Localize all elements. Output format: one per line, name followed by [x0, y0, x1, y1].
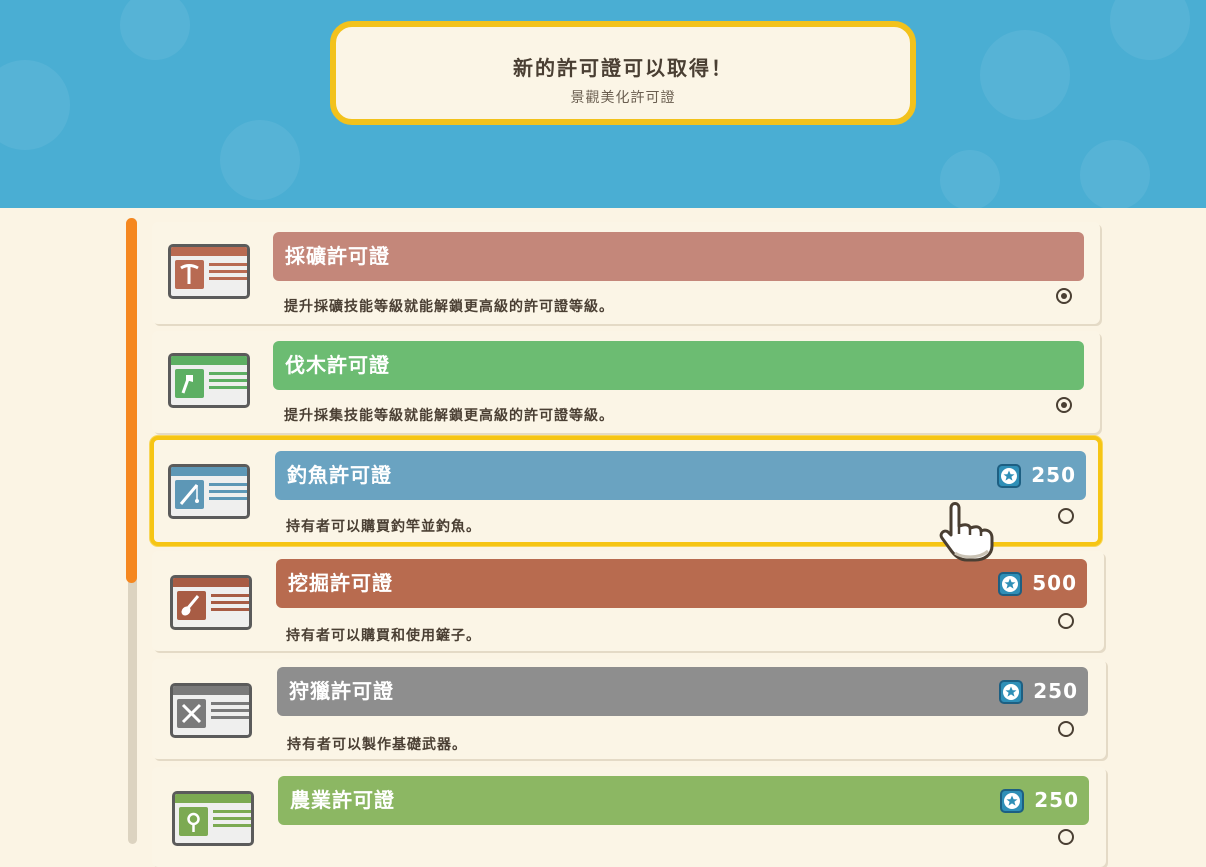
- license-price: 250: [997, 451, 1076, 500]
- pointing-hand-cursor-icon: [937, 498, 999, 562]
- background-pattern: [0, 60, 70, 150]
- license-card-woodcutting[interactable]: 伐木許可證 提升採集技能等級就能解鎖更高級的許可證等級。: [152, 331, 1100, 433]
- license-icon: [172, 791, 254, 846]
- background-pattern: [980, 30, 1070, 120]
- license-name-bar: 挖掘許可證 500: [276, 559, 1087, 608]
- license-name-bar: 採礦許可證: [273, 232, 1084, 281]
- license-radio[interactable]: [1058, 721, 1074, 737]
- license-name: 釣魚許可證: [287, 463, 392, 487]
- license-radio[interactable]: [1058, 829, 1074, 845]
- new-license-banner: 新的許可證可以取得！ 景觀美化許可證: [330, 21, 916, 125]
- license-price-value: 250: [1033, 679, 1078, 703]
- license-name-bar: 伐木許可證: [273, 341, 1084, 390]
- license-radio[interactable]: [1058, 508, 1074, 524]
- license-icon: [168, 244, 250, 299]
- nook-miles-icon: [1000, 788, 1025, 813]
- license-card-farming[interactable]: 農業許可證 250: [152, 767, 1106, 867]
- pickaxe-icon: [175, 260, 204, 289]
- license-card-hunting[interactable]: 狩獵許可證 250 持有者可以製作基礎武器。: [152, 659, 1106, 759]
- background-pattern: [940, 150, 1000, 208]
- license-description: 提升採礦技能等級就能解鎖更高級的許可證等級。: [284, 299, 614, 315]
- background-pattern: [1110, 0, 1190, 60]
- banner-title: 新的許可證可以取得！: [513, 56, 733, 80]
- license-name: 農業許可證: [290, 788, 395, 812]
- nook-miles-icon: [999, 679, 1024, 704]
- license-radio-selected[interactable]: [1056, 288, 1072, 304]
- license-name: 狩獵許可證: [289, 679, 394, 703]
- background-pattern: [120, 0, 190, 60]
- license-description: 持有者可以購買和使用鏟子。: [286, 628, 481, 644]
- license-price-value: 500: [1032, 571, 1077, 595]
- banner-subtitle: 景觀美化許可證: [570, 90, 676, 106]
- scrollbar-thumb[interactable]: [126, 218, 137, 583]
- license-icon: [168, 353, 250, 408]
- license-price: 250: [1000, 776, 1079, 825]
- license-description: 持有者可以製作基礎武器。: [287, 737, 467, 753]
- license-radio[interactable]: [1058, 613, 1074, 629]
- license-card-digging[interactable]: 挖掘許可證 500 持有者可以購買和使用鏟子。: [152, 551, 1104, 651]
- background-pattern: [1080, 140, 1150, 208]
- license-name-bar: 農業許可證 250: [278, 776, 1089, 825]
- shovel-icon: [177, 591, 206, 620]
- license-price: 250: [999, 667, 1078, 716]
- axe-icon: [175, 369, 204, 398]
- crossed-weapons-icon: [177, 699, 206, 728]
- license-price: 500: [998, 559, 1077, 608]
- license-name: 伐木許可證: [285, 353, 390, 377]
- license-icon: [168, 464, 250, 519]
- background-pattern: [220, 120, 300, 200]
- license-name: 採礦許可證: [285, 244, 390, 268]
- license-card-mining[interactable]: 採礦許可證 提升採礦技能等級就能解鎖更高級的許可證等級。: [152, 222, 1100, 324]
- nook-miles-icon: [997, 463, 1022, 488]
- nook-miles-icon: [998, 571, 1023, 596]
- license-name-bar: 狩獵許可證 250: [277, 667, 1088, 716]
- license-icon: [170, 575, 252, 630]
- license-description: 持有者可以購買釣竿並釣魚。: [286, 519, 481, 535]
- sprout-icon: [179, 807, 208, 836]
- license-name: 挖掘許可證: [288, 571, 393, 595]
- license-radio-selected[interactable]: [1056, 397, 1072, 413]
- license-price-value: 250: [1031, 463, 1076, 487]
- fishing-rod-icon: [175, 480, 204, 509]
- license-description: 提升採集技能等級就能解鎖更高級的許可證等級。: [284, 408, 614, 424]
- license-name-bar: 釣魚許可證 250: [275, 451, 1086, 500]
- license-icon: [170, 683, 252, 738]
- license-price-value: 250: [1034, 788, 1079, 812]
